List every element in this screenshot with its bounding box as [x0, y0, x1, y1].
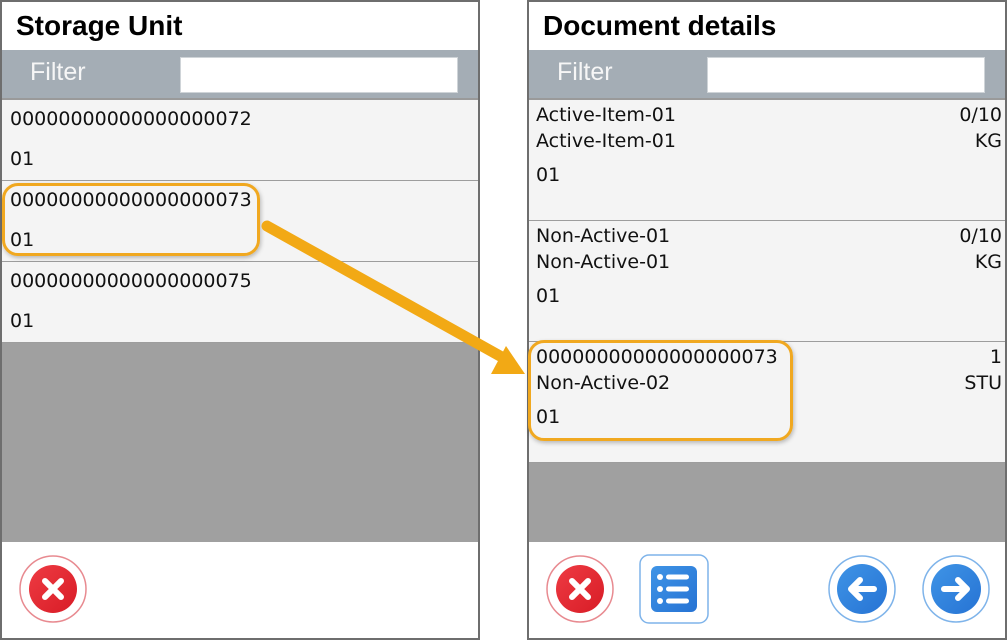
item-description: Non-Active-02 — [536, 372, 671, 394]
list-item[interactable]: 00000000000000000075 01 — [2, 262, 478, 343]
item-unit: STU — [964, 372, 1002, 394]
filter-label: Filter — [30, 58, 86, 86]
close-icon — [546, 555, 614, 623]
item-sub: 01 — [536, 164, 561, 186]
item-quantity: 0/10 — [959, 225, 1002, 247]
list-item[interactable]: 00000000000000000073 01 — [2, 181, 478, 262]
filter-input[interactable] — [707, 57, 985, 93]
item-description: Non-Active-01 — [536, 251, 671, 273]
page-title: Document details — [543, 10, 777, 41]
storage-unit-sub: 01 — [10, 148, 35, 170]
list-item[interactable]: Active-Item-01 Active-Item-01 01 0/10 KG — [529, 100, 1005, 221]
forward-button[interactable] — [921, 554, 991, 624]
filter-bar: Filter — [2, 50, 478, 98]
item-unit: KG — [974, 130, 1002, 152]
storage-unit-sub: 01 — [10, 310, 35, 332]
item-quantity: 0/10 — [959, 104, 1002, 126]
footer-toolbar — [529, 542, 1005, 638]
arrow-left-icon — [828, 555, 896, 623]
filter-input[interactable] — [180, 57, 458, 93]
list-item[interactable]: Non-Active-01 Non-Active-01 01 0/10 KG — [529, 221, 1005, 342]
footer-toolbar — [2, 542, 478, 638]
item-quantity: 1 — [989, 346, 1002, 368]
filter-label: Filter — [557, 58, 613, 86]
item-description: Active-Item-01 — [536, 130, 676, 152]
arrow-right-icon — [922, 555, 990, 623]
storage-unit-sub: 01 — [10, 229, 35, 251]
list-icon — [639, 554, 709, 624]
document-details-panel: Document details Filter Active-Item-01 A… — [527, 0, 1007, 640]
item-code: Non-Active-01 — [536, 225, 671, 247]
item-sub: 01 — [536, 285, 561, 307]
back-button[interactable] — [827, 554, 897, 624]
close-icon — [19, 555, 87, 623]
list-item[interactable]: 00000000000000000072 01 — [2, 100, 478, 181]
filter-bar: Filter — [529, 50, 1005, 98]
storage-unit-panel: Storage Unit Filter 00000000000000000072… — [0, 0, 480, 640]
document-lines-list: Active-Item-01 Active-Item-01 01 0/10 KG… — [529, 98, 1005, 543]
cancel-button[interactable] — [18, 554, 88, 624]
list-button[interactable] — [639, 554, 709, 624]
page-title: Storage Unit — [16, 10, 183, 41]
storage-unit-id: 00000000000000000072 — [10, 108, 252, 130]
item-code: 00000000000000000073 — [536, 346, 778, 368]
storage-unit-list: 00000000000000000072 01 0000000000000000… — [2, 98, 478, 543]
storage-unit-id: 00000000000000000075 — [10, 270, 252, 292]
storage-unit-id: 00000000000000000073 — [10, 189, 252, 211]
item-unit: KG — [974, 251, 1002, 273]
item-sub: 01 — [536, 406, 561, 428]
list-item[interactable]: 00000000000000000073 Non-Active-02 01 1 … — [529, 342, 1005, 463]
item-code: Active-Item-01 — [536, 104, 676, 126]
cancel-button[interactable] — [545, 554, 615, 624]
